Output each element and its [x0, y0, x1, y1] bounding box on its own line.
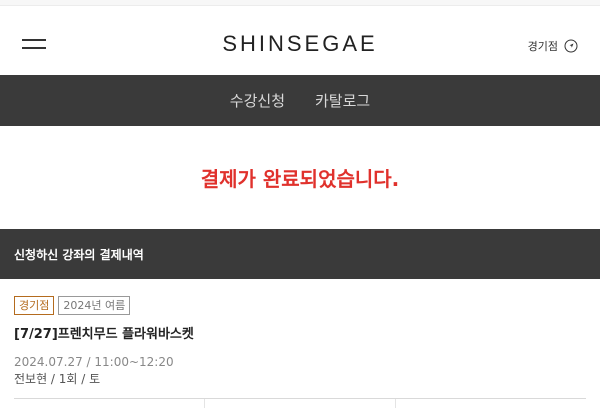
course-detail: 전보현 / 1회 / 토: [14, 372, 101, 386]
payment-table-header: [14, 398, 586, 408]
header: SHINSEGAE 경기점: [0, 6, 600, 75]
nav-item-course-registration[interactable]: 수강신청: [230, 90, 285, 111]
course-title: [7/27]프렌치무드 플라워바스켓: [14, 327, 194, 342]
logo[interactable]: SHINSEGAE: [0, 31, 600, 57]
completion-message: 결제가 완료되었습니다.: [200, 167, 400, 191]
table-column: [205, 399, 396, 408]
table-column: [14, 399, 205, 408]
completion-banner: 결제가 완료되었습니다.: [0, 126, 600, 229]
main-nav: 수강신청 카탈로그: [0, 75, 600, 126]
location-arrow-icon: [564, 39, 578, 53]
course-meta: 2024.07.27 / 11:00~12:20 전보현 / 1회 / 토: [14, 354, 586, 388]
store-badge: 경기점: [14, 296, 55, 315]
nav-item-catalog[interactable]: 카탈로그: [315, 90, 370, 111]
table-column: [396, 399, 586, 408]
section-title: 신청하신 강좌의 결제내역: [14, 247, 144, 262]
season-badge: 2024년 여름: [58, 296, 131, 315]
store-label: 경기점: [527, 40, 558, 53]
store-selector[interactable]: 경기점: [528, 38, 578, 54]
badge-row: 경기점 2024년 여름: [14, 296, 586, 315]
course-card: 경기점 2024년 여름 [7/27]프렌치무드 플라워바스켓 2024.07.…: [0, 279, 600, 388]
section-header: 신청하신 강좌의 결제내역: [0, 229, 600, 279]
course-datetime: 2024.07.27 / 11:00~12:20: [14, 355, 174, 369]
